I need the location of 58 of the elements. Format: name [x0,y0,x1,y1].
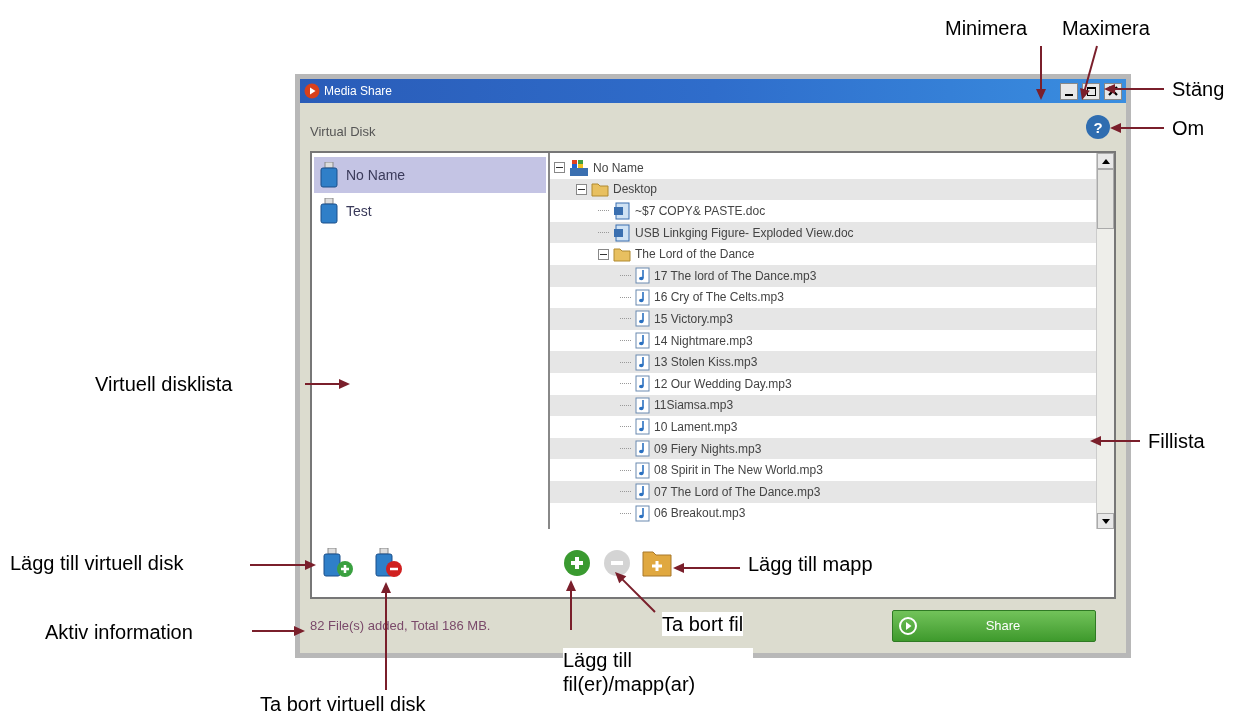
tree-item[interactable]: No Name [593,158,644,177]
leader-line [673,563,741,573]
leader-line [304,379,350,389]
disk-item[interactable]: No Name [314,157,546,193]
help-button[interactable]: ? [1086,115,1110,139]
tree-item[interactable]: 16 Cry of The Celts.mp3 [654,288,784,307]
play-icon [304,83,320,99]
tree-item[interactable]: ~$7 COPY& PASTE.doc [635,202,766,220]
tree-item[interactable]: 14 Nightmare.mp3 [654,331,753,350]
computer-icon [569,158,589,177]
folder-icon [591,181,609,198]
callout-label: Lägg till fil(er)/mapp(ar) [563,648,753,696]
tree-item[interactable]: 06 Breakout.mp3 [654,504,746,523]
window-title: Media Share [324,83,393,100]
disk-item[interactable]: Test [314,193,546,229]
leader-line [1110,123,1165,133]
tree-item[interactable]: 08 Spirit in The New World.mp3 [654,461,823,480]
music-file-icon [635,310,650,328]
scroll-down-icon[interactable] [1101,518,1110,524]
music-file-icon [635,483,650,501]
leader-line [1104,84,1165,94]
document-icon [613,223,631,242]
tree-item[interactable]: 09 Fiery Nights.mp3 [654,439,762,458]
leader-line [251,626,305,636]
callout-label: Ta bort fil [662,612,744,636]
add-folder-icon[interactable] [642,549,672,577]
usb-drive-icon [320,162,338,188]
leader-line [615,572,656,613]
leader-line [1090,436,1141,446]
leader-line [566,580,576,631]
tree-item[interactable]: 13 Stolen Kiss.mp3 [654,353,758,372]
add-drive-icon[interactable] [322,548,356,578]
tree-item[interactable]: 10 Lament.mp3 [654,417,738,436]
close-icon [1108,86,1118,96]
music-file-icon [635,396,650,414]
music-file-icon [635,440,650,457]
leader-line [1036,45,1046,100]
music-file-icon [635,267,650,285]
play-icon [899,617,917,635]
tree-item[interactable]: The Lord of the Dance [635,245,755,264]
scrollbar[interactable] [1096,153,1114,529]
scroll-up-icon[interactable] [1101,158,1110,164]
tree-item[interactable]: 15 Victory.mp3 [654,309,733,328]
minimize-button[interactable] [1060,82,1078,100]
document-icon [613,202,631,220]
scrollbar-thumb[interactable] [1097,169,1114,229]
add-icon[interactable] [562,548,592,578]
section-title: Virtual Disk [310,123,376,142]
expand-toggle[interactable] [554,162,565,174]
music-file-icon [635,353,650,371]
tree-item[interactable]: 12 Our Wedding Day.mp3 [654,374,792,393]
tree-item[interactable]: 11Siamsa.mp3 [654,396,734,415]
expand-toggle[interactable] [598,248,609,260]
expand-toggle[interactable] [576,183,587,195]
leader-line [1080,45,1098,100]
usb-drive-icon [320,198,338,224]
leader-line [249,560,316,570]
tree-item[interactable]: Desktop [613,180,658,199]
